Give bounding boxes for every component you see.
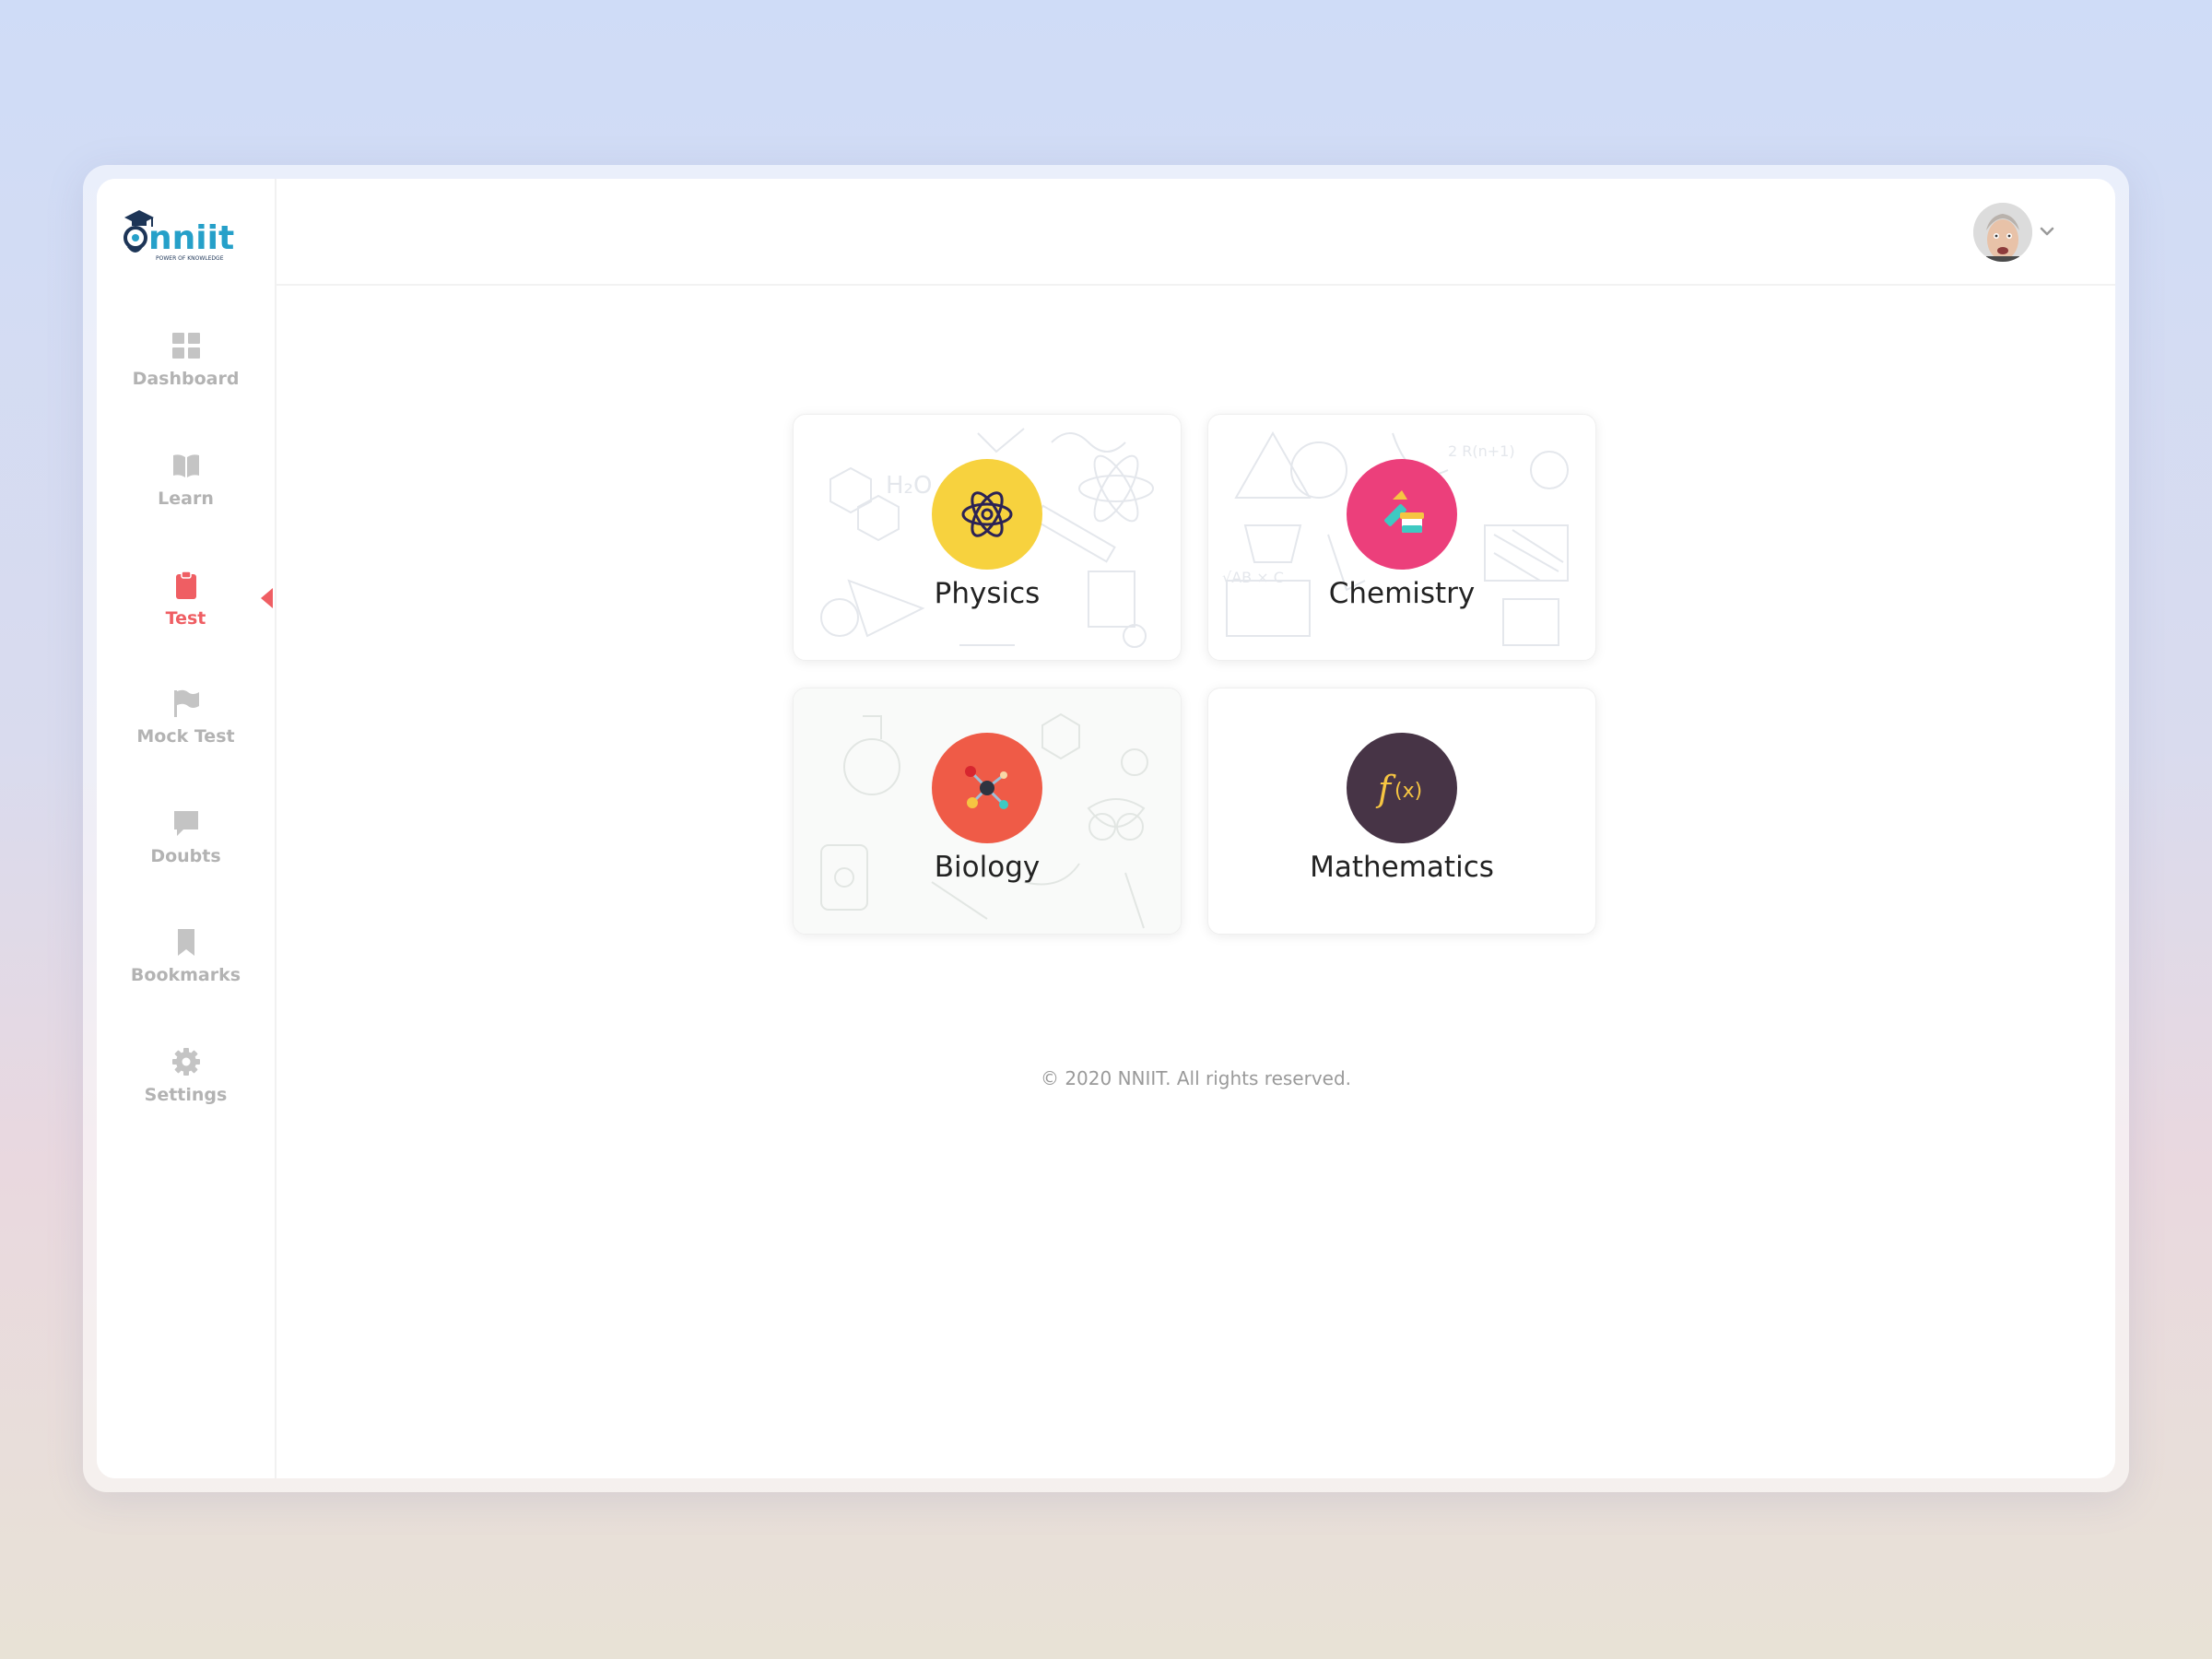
bookmark-icon: [177, 929, 194, 956]
sidebar-item-label: Bookmarks: [130, 965, 241, 985]
subject-card-mathematics[interactable]: f (x) Mathematics: [1207, 688, 1596, 935]
top-bar: [276, 179, 2115, 286]
svg-text:H₂O: H₂O: [886, 472, 932, 500]
function-icon: f (x): [1375, 769, 1422, 809]
user-avatar[interactable]: [1973, 203, 2032, 262]
avatar-image: [1973, 203, 2032, 262]
subject-icon-circle: [932, 459, 1042, 570]
book-icon: [172, 454, 199, 477]
sidebar-item-label: Settings: [144, 1085, 228, 1105]
subject-card-physics[interactable]: H₂O Physics: [793, 414, 1182, 661]
copyright-footer: © 2020 NNIIT. All rights reserved.: [1040, 1067, 1352, 1089]
sidebar-item-label: Mock Test: [136, 726, 235, 747]
flag-icon: [173, 689, 199, 717]
chat-bubble-icon: [173, 811, 198, 836]
subject-label: Mathematics: [1310, 851, 1494, 884]
logo-text: nniit: [148, 219, 234, 257]
subject-label: Chemistry: [1328, 577, 1476, 610]
sidebar-item-label: Learn: [158, 488, 214, 509]
svg-text:f: f: [1375, 769, 1396, 809]
active-indicator: [261, 588, 273, 608]
sidebar-item-label: Dashboard: [132, 369, 240, 389]
svg-text:(x): (x): [1394, 780, 1422, 803]
subject-card-biology[interactable]: Biology: [793, 688, 1182, 935]
sidebar-item-dashboard[interactable]: Dashboard: [97, 330, 275, 422]
gear-icon: [171, 1048, 200, 1076]
sidebar-item-test[interactable]: Test: [97, 570, 275, 662]
flask-icon: [1384, 490, 1424, 533]
sidebar-item-mock-test[interactable]: Mock Test: [97, 688, 275, 780]
logo-graphic: nniit POWER OF KNOWLEDGE: [124, 210, 234, 262]
nniit-logo[interactable]: nniit POWER OF KNOWLEDGE: [123, 206, 252, 265]
sidebar-item-bookmarks[interactable]: Bookmarks: [97, 926, 275, 1018]
sidebar-item-label: Test: [165, 608, 206, 629]
sidebar-item-learn[interactable]: Learn: [97, 450, 275, 542]
atom-icon: [961, 491, 1013, 537]
sidebar-item-settings[interactable]: Settings: [97, 1046, 275, 1138]
dashboard-grid-icon: [171, 333, 200, 359]
svg-text:2 R(n+1): 2 R(n+1): [1448, 442, 1515, 460]
clipboard-icon: [175, 571, 196, 599]
subject-icon-circle: f (x): [1347, 733, 1457, 843]
app-window: nniit POWER OF KNOWLEDGE Dashboard Learn: [97, 179, 2115, 1478]
subject-card-chemistry[interactable]: 2 R(n+1) √AB × C Chemistry: [1207, 414, 1596, 661]
molecule-icon: [965, 766, 1008, 809]
subject-icon-circle: [932, 733, 1042, 843]
subject-label: Physics: [934, 577, 1041, 610]
subject-icon-circle: [1347, 459, 1457, 570]
logo-tagline: POWER OF KNOWLEDGE: [156, 255, 224, 262]
sidebar: nniit POWER OF KNOWLEDGE Dashboard Learn: [97, 179, 276, 1478]
sidebar-item-doubts[interactable]: Doubts: [97, 807, 275, 900]
subject-label: Biology: [934, 851, 1041, 884]
sidebar-item-label: Doubts: [150, 846, 221, 866]
chevron-down-icon[interactable]: [2037, 221, 2057, 241]
